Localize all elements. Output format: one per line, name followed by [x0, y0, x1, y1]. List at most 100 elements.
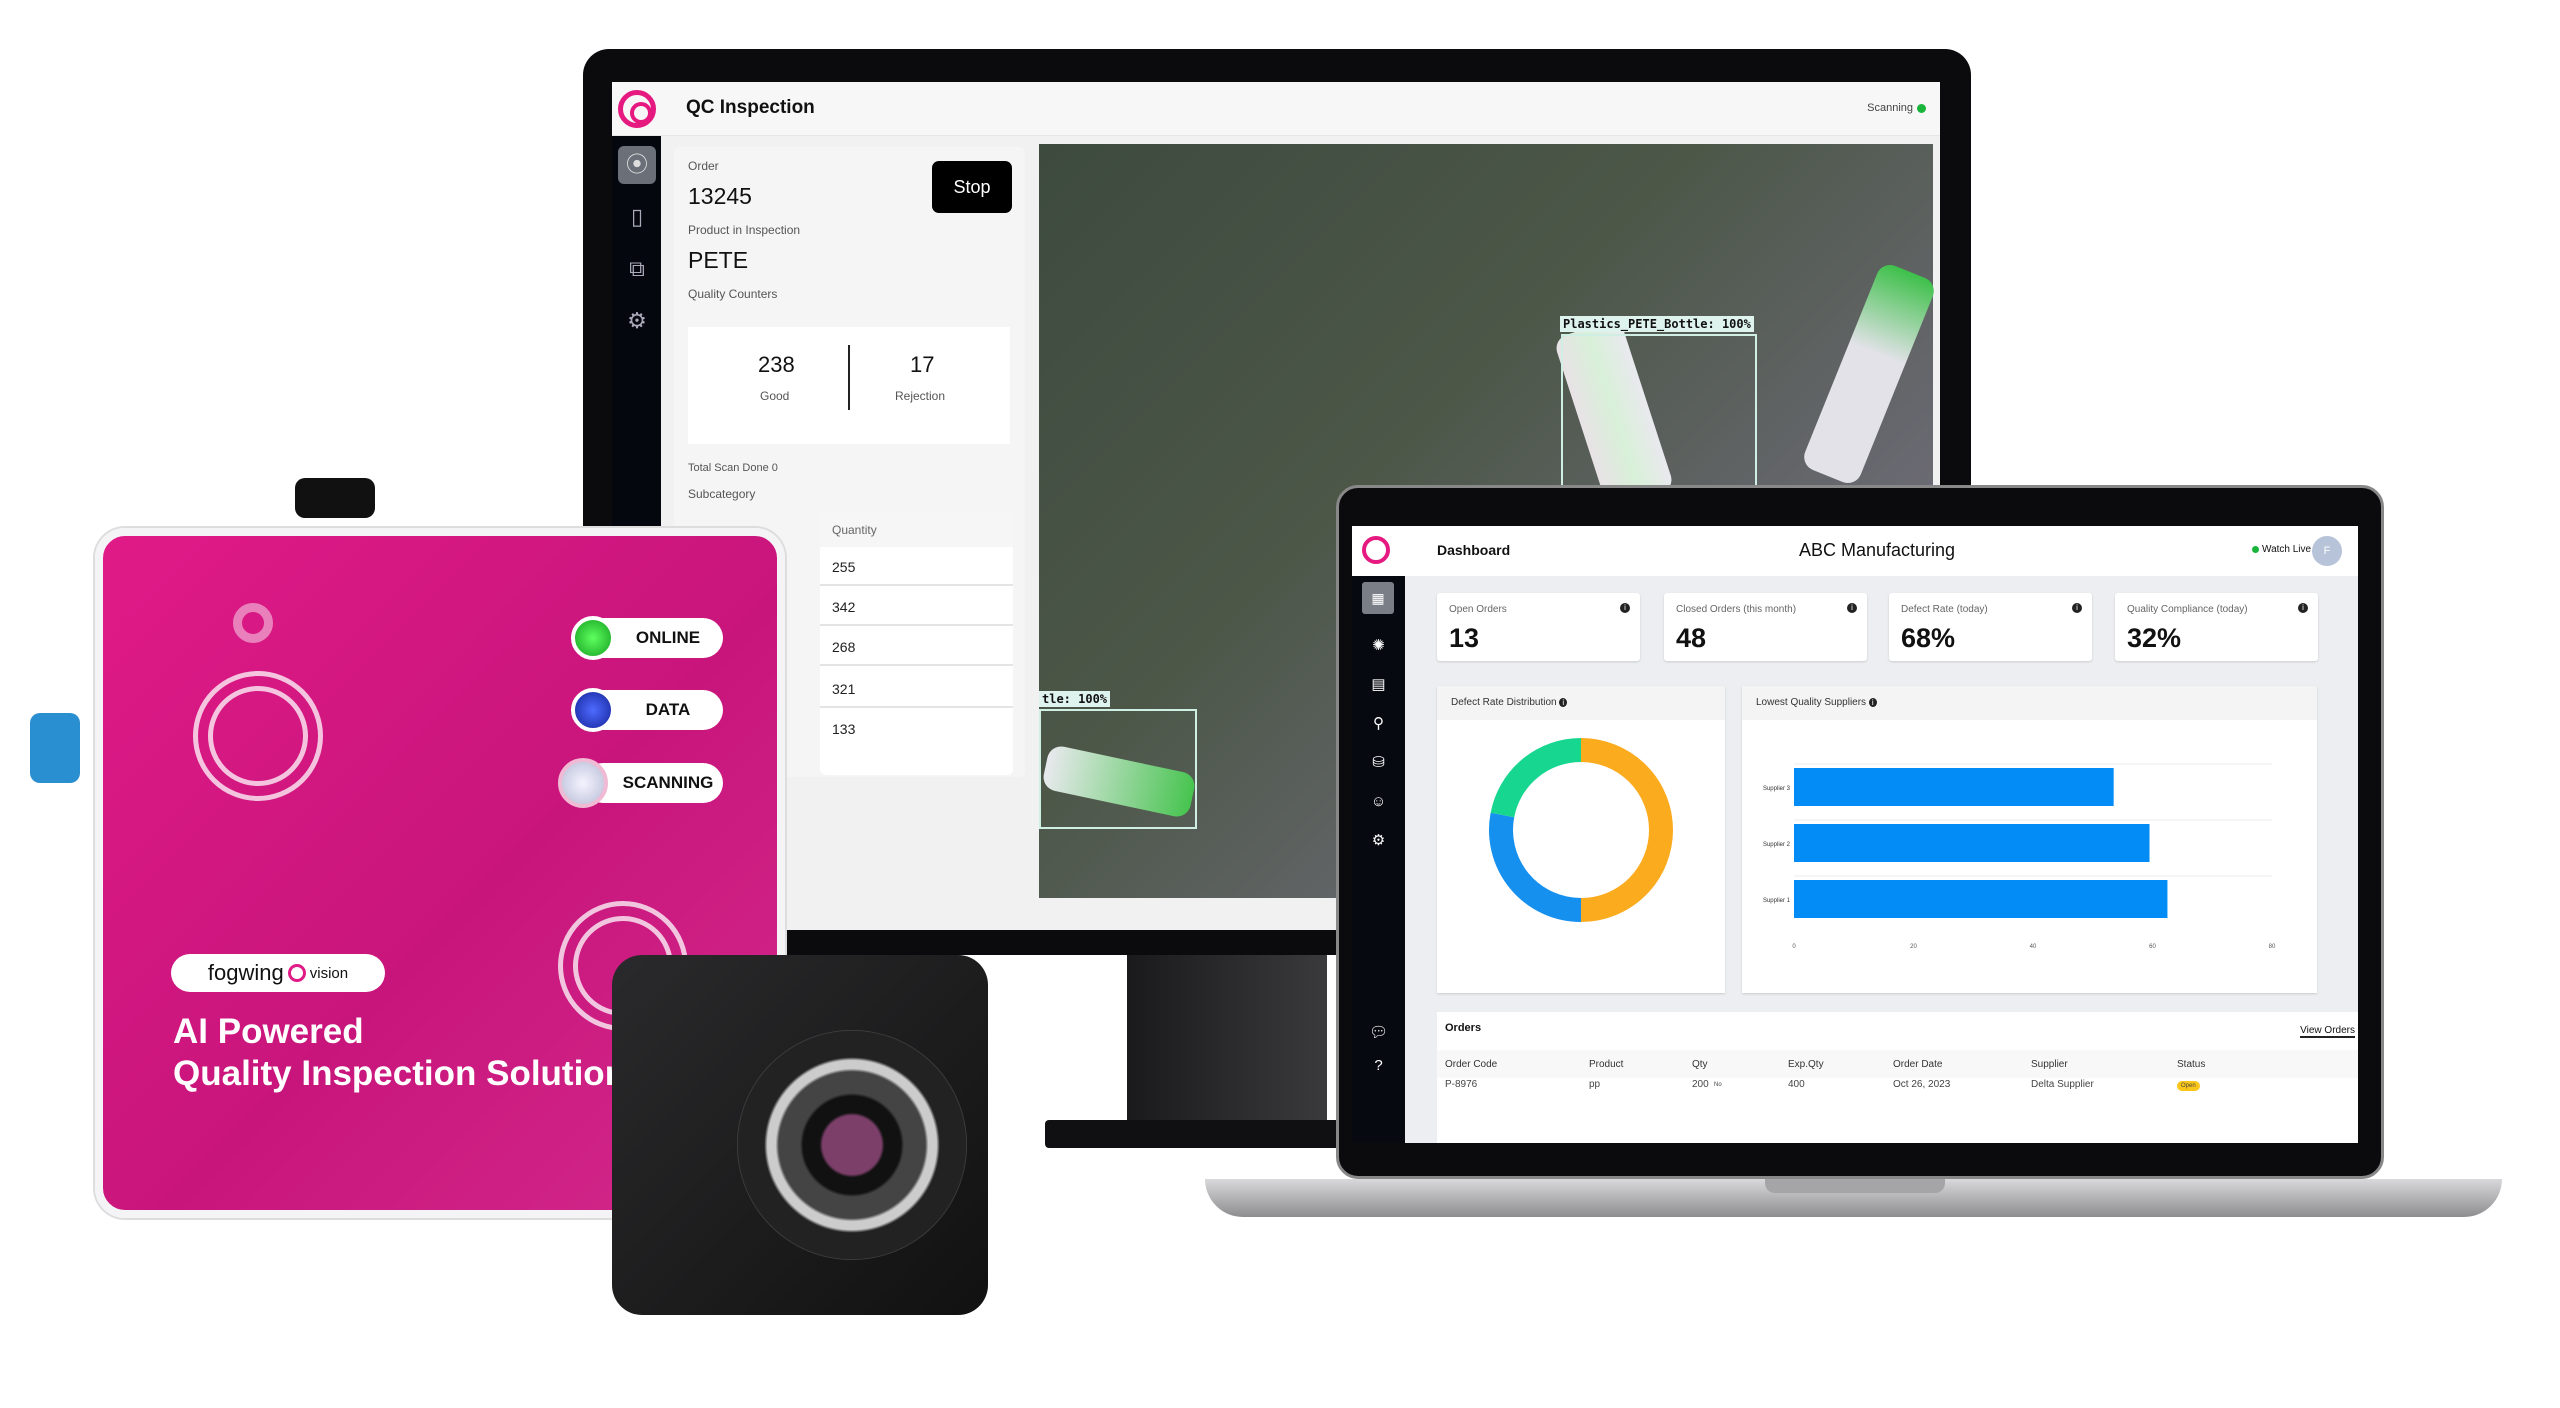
info-icon[interactable]: i — [1868, 698, 1877, 707]
order-qty: 200 — [1692, 1079, 1709, 1090]
laptop-base — [1205, 1179, 2502, 1217]
info-icon[interactable]: i — [1620, 603, 1630, 613]
report-icon[interactable]: ▤ — [1352, 665, 1405, 704]
brand-suffix: vision — [309, 964, 349, 982]
led-label: ONLINE — [635, 628, 701, 647]
quality-counters-label: Quality Counters — [688, 287, 778, 301]
x-tick-label: 60 — [2149, 944, 2156, 950]
kpi-label: Closed Orders (this month) — [1676, 604, 1797, 615]
quantity-header: Quantity — [820, 513, 1013, 547]
x-tick-label: 80 — [2269, 944, 2276, 950]
x-tick-label: 40 — [2030, 944, 2037, 950]
status-text: Scanning — [1867, 102, 1913, 114]
online-led-icon — [571, 616, 615, 660]
category-label: Supplier 2 — [1763, 842, 1791, 848]
col-header: Status — [2177, 1059, 2206, 1070]
kpi-closed-orders: Closed Orders (this month) i 48 — [1664, 593, 1867, 661]
chart-title: Defect Rate Distribution — [1451, 697, 1557, 708]
help-icon[interactable]: ? — [1352, 1049, 1405, 1082]
monitor-stand — [1127, 955, 1327, 1125]
subcategory-table: Quantity 255 342 268 321 133 — [820, 513, 1013, 775]
laptop-notch — [1765, 1179, 1945, 1193]
order-label: Order — [688, 159, 719, 173]
kpi-value: 13 — [1449, 623, 1480, 653]
view-orders-link[interactable]: View Orders — [2300, 1025, 2355, 1038]
avatar[interactable]: F — [2312, 536, 2342, 566]
user-icon[interactable]: ☺ — [1352, 782, 1405, 821]
kpi-value: 48 — [1676, 623, 1707, 653]
kpi-label: Open Orders — [1449, 604, 1507, 615]
product-label: Product in Inspection — [688, 223, 801, 237]
info-icon[interactable]: i — [1559, 698, 1568, 707]
laptop: Dashboard ABC Manufacturing Watch Live F… — [1336, 485, 2384, 1179]
orders-title: Orders — [1445, 1022, 1482, 1034]
kpi-defect-rate: Defect Rate (today) i 68% — [1889, 593, 2092, 661]
live-dot-icon — [2252, 546, 2259, 553]
panel-header: Lowest Quality Suppliers i — [1742, 686, 2317, 720]
watch-live-button[interactable]: Watch Live — [2252, 544, 2311, 555]
sidebar-bottom-icons: 💬︎ ? — [1352, 1016, 1405, 1082]
order-exp-qty: 400 — [1788, 1079, 1805, 1090]
antenna-connector — [295, 478, 375, 518]
donut-slice — [1490, 738, 1582, 818]
col-header: Qty — [1692, 1059, 1708, 1070]
scanning-led-icon — [558, 758, 608, 808]
chat-icon[interactable]: 💬︎ — [1352, 1016, 1405, 1049]
panel-header: Defect Rate Distribution i — [1437, 686, 1725, 720]
dashboard-icon[interactable]: ▦ — [1362, 582, 1394, 614]
order-code[interactable]: P-8976 — [1445, 1079, 1477, 1090]
category-label: Supplier 1 — [1763, 898, 1791, 904]
order-value: 13245 — [688, 183, 752, 209]
fogwing-logo-icon — [618, 90, 656, 128]
donut-slice — [1489, 812, 1582, 922]
good-count: 238 — [758, 352, 795, 377]
info-icon[interactable]: i — [1847, 603, 1857, 613]
kpi-label: Defect Rate (today) — [1901, 604, 1988, 615]
tagline-line1: AI Powered — [173, 1012, 364, 1051]
aperture-icon[interactable]: ⦿ — [618, 146, 656, 184]
aperture-icon[interactable]: ✺ — [1352, 626, 1405, 665]
inspect-icon[interactable]: ⚲ — [1352, 704, 1405, 743]
stop-button[interactable]: Stop — [932, 161, 1012, 213]
led-label: DATA — [645, 700, 691, 719]
detection-label: tle: 100% — [1039, 691, 1111, 707]
status-dot-icon — [1917, 103, 1926, 113]
camera-lens — [737, 1030, 967, 1260]
bottle-image — [1799, 260, 1939, 488]
sidebar-icons: ✺ ▤ ⚲ ⛁ ☺ ⚙ — [1352, 626, 1405, 860]
col-header: Product — [1589, 1059, 1624, 1070]
table-row: 321 — [820, 669, 1013, 708]
gear-icon[interactable]: ⚙ — [1352, 821, 1405, 860]
info-icon[interactable]: i — [2298, 603, 2308, 613]
panel-icon[interactable]: ▯ — [618, 198, 656, 236]
bar-chart: Supplier 3 Supplier 2 Supplier 1 0 20 40 60 80 — [1763, 763, 2276, 950]
status-badge: Open — [2177, 1081, 2200, 1091]
copy-icon[interactable]: ⧉ — [618, 250, 656, 288]
total-scan: Total Scan Done 0 — [688, 462, 778, 474]
dashboard-app: Dashboard ABC Manufacturing Watch Live F… — [1352, 526, 2358, 1143]
x-tick-label: 0 — [1792, 944, 1796, 950]
decor-ring — [208, 686, 308, 786]
donut-slice — [1580, 738, 1673, 922]
tagline-line2: Quality Inspection Solution — [173, 1054, 627, 1093]
dashboard-sidebar: ▦ ✺ ▤ ⚲ ⛁ ☺ ⚙ 💬︎ ? — [1352, 576, 1405, 1143]
decor-ring — [233, 603, 273, 643]
order-date: Oct 26, 2023 — [1893, 1079, 1951, 1090]
data-led-icon — [571, 688, 615, 732]
category-label: Supplier 3 — [1763, 786, 1791, 792]
gear-icon[interactable]: ⚙ — [618, 302, 656, 340]
fogwing-logo-icon — [287, 964, 306, 982]
order-product: pp — [1589, 1079, 1601, 1090]
bar — [1794, 768, 2114, 806]
table-row: 133 — [832, 721, 856, 737]
kpi-value: 32% — [2127, 623, 2182, 653]
info-icon[interactable]: i — [2072, 603, 2082, 613]
bar — [1794, 824, 2150, 862]
industrial-camera — [612, 955, 988, 1315]
led-label: SCANNING — [622, 773, 714, 792]
quality-counters: 238 Good 17 Rejection — [688, 327, 1010, 444]
col-header: Order Code — [1445, 1059, 1498, 1070]
brand-name: fogwing — [207, 960, 284, 985]
orders-card: Orders View Orders Order Code Product Qt… — [1437, 1012, 2358, 1143]
supplier-icon[interactable]: ⛁ — [1352, 743, 1405, 782]
